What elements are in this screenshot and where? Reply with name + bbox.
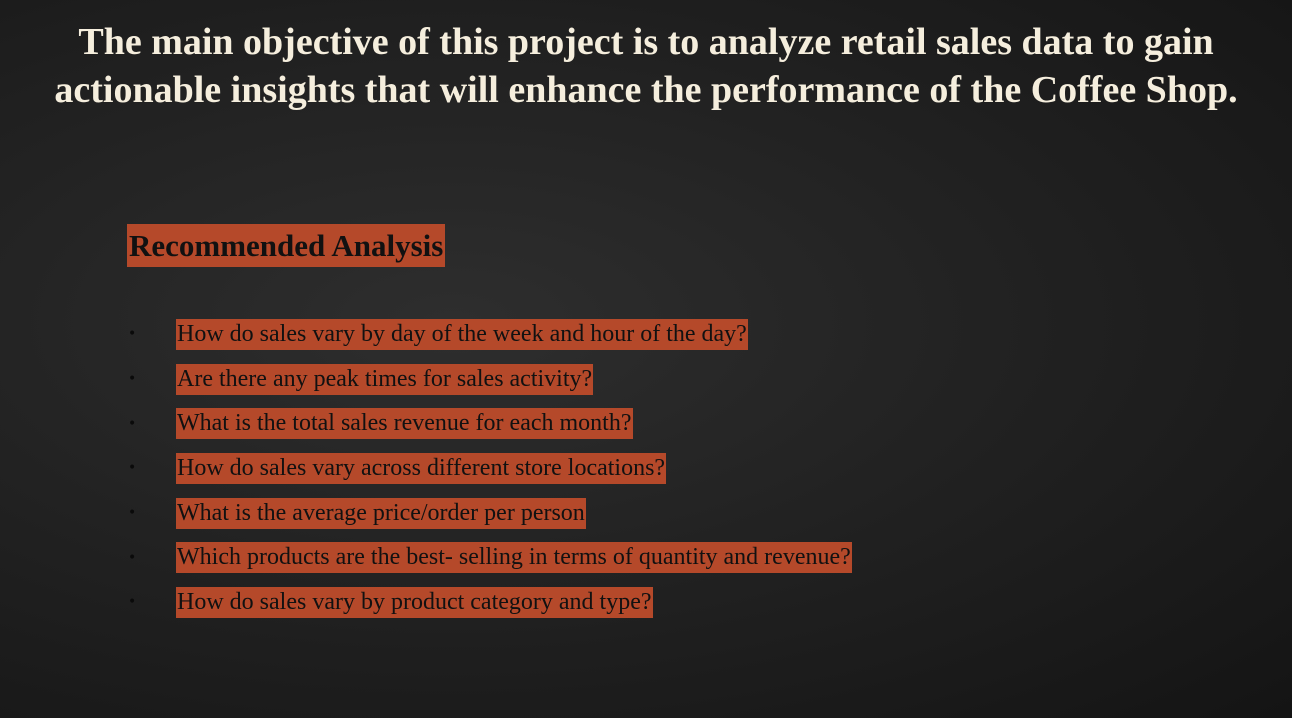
section-heading: Recommended Analysis [127, 224, 446, 267]
list-item: • What is the total sales revenue for ea… [128, 401, 852, 446]
question-text: Which products are the best- selling in … [176, 542, 852, 574]
slide: The main objective of this project is to… [0, 0, 1292, 718]
list-item: • What is the average price/order per pe… [128, 491, 852, 536]
bullet-icon: • [128, 460, 137, 477]
question-text: How do sales vary across different store… [176, 452, 667, 484]
question-list: • How do sales vary by day of the week a… [128, 312, 852, 625]
question-text: How do sales vary by product category an… [176, 586, 653, 618]
bullet-icon: • [128, 415, 137, 432]
bullet-icon: • [128, 371, 137, 388]
list-item: • Which products are the best- selling i… [128, 535, 852, 580]
bullet-icon: • [128, 549, 137, 566]
bullet-icon: • [128, 594, 137, 611]
list-item: • How do sales vary by day of the week a… [128, 312, 852, 357]
question-text: Are there any peak times for sales activ… [176, 363, 594, 395]
slide-title: The main objective of this project is to… [54, 21, 1238, 111]
list-item: • How do sales vary across different sto… [128, 446, 852, 491]
question-text: What is the total sales revenue for each… [176, 408, 633, 440]
list-item: • Are there any peak times for sales act… [128, 357, 852, 402]
list-item: • How do sales vary by product category … [128, 580, 852, 625]
question-text: How do sales vary by day of the week and… [176, 318, 748, 350]
bullet-icon: • [128, 326, 137, 343]
question-text: What is the average price/order per pers… [176, 497, 586, 529]
bullet-icon: • [128, 505, 137, 522]
